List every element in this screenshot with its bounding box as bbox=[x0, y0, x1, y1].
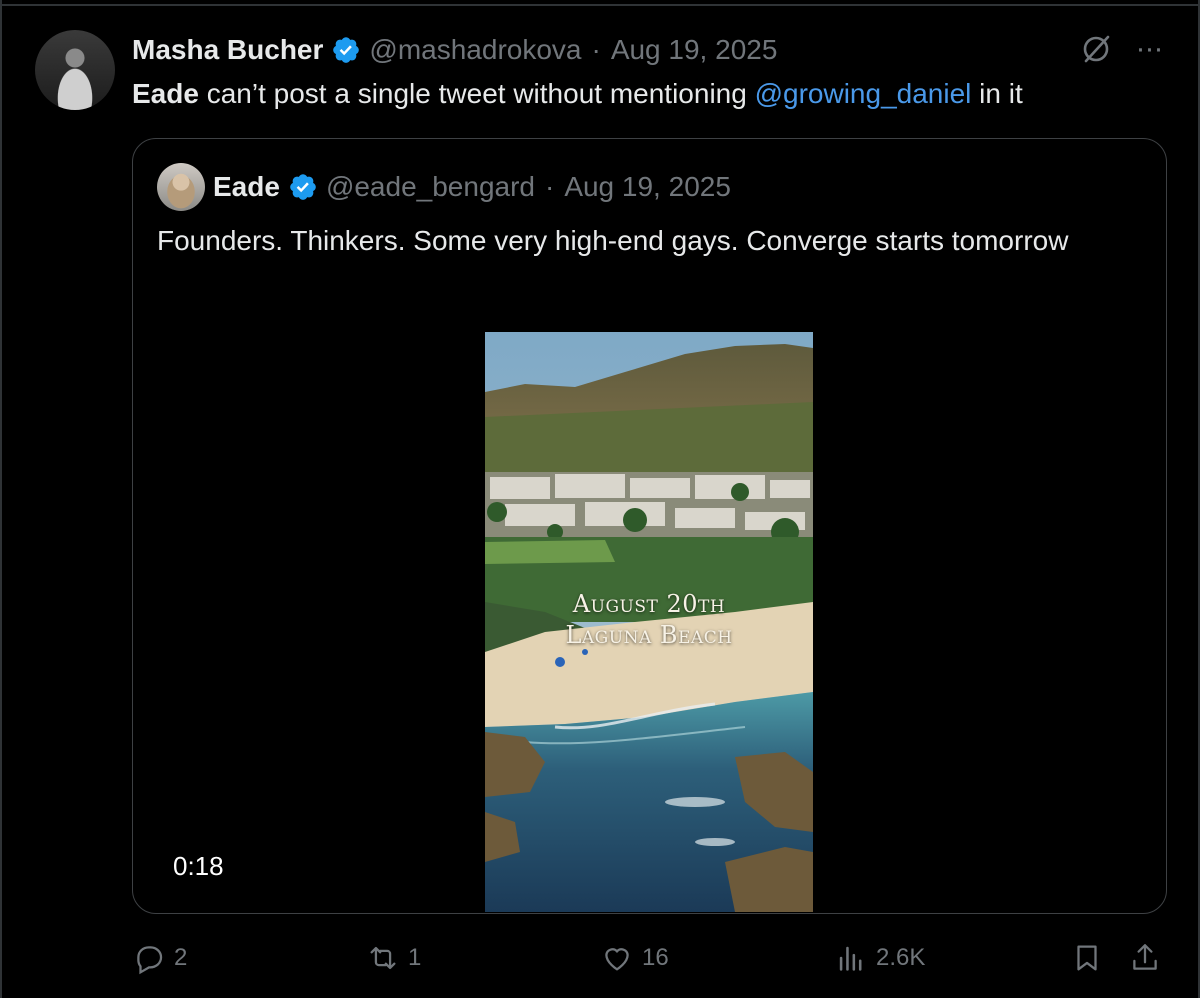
quoted-author-handle[interactable]: @eade_bengard bbox=[326, 171, 535, 203]
bookmark-button[interactable] bbox=[1070, 941, 1112, 975]
like-button[interactable]: 16 bbox=[600, 941, 669, 975]
tweet-text-bold: Eade bbox=[132, 78, 199, 109]
verified-badge-icon bbox=[290, 174, 316, 200]
tweet-text: Eade can’t post a single tweet without m… bbox=[132, 75, 1023, 113]
quoted-tweet-date[interactable]: Aug 19, 2025 bbox=[564, 171, 731, 203]
repost-icon bbox=[370, 946, 396, 970]
share-icon bbox=[1133, 944, 1157, 970]
more-icon[interactable]: ··· bbox=[1132, 32, 1166, 66]
separator-dot: · bbox=[544, 171, 555, 202]
views-button[interactable]: 2.6K bbox=[834, 941, 925, 975]
reply-count: 2 bbox=[174, 944, 188, 971]
tweet-text-middle: can’t post a single tweet without mentio… bbox=[198, 78, 755, 109]
quoted-tweet-header: Eade @eade_bengard · Aug 19, 2025 bbox=[213, 167, 731, 207]
repost-count: 1 bbox=[408, 944, 422, 971]
author-avatar[interactable] bbox=[35, 30, 115, 110]
quoted-tweet-card[interactable]: Eade @eade_bengard · Aug 19, 2025 Founde… bbox=[132, 138, 1167, 914]
tweet-date[interactable]: Aug 19, 2025 bbox=[611, 34, 778, 66]
like-icon bbox=[605, 948, 629, 971]
views-icon bbox=[839, 946, 862, 971]
author-handle[interactable]: @mashadrokova bbox=[369, 34, 581, 66]
tweet-actions-bar: 2 1 16 2.6K bbox=[0, 935, 1200, 985]
author-display-name[interactable]: Masha Bucher bbox=[132, 34, 323, 66]
video-duration: 0:18 bbox=[173, 851, 224, 881]
repost-button[interactable]: 1 bbox=[366, 941, 421, 975]
frame-left-border bbox=[0, 0, 2, 998]
views-count: 2.6K bbox=[876, 944, 926, 971]
tweet-header: Masha Bucher @mashadrokova · Aug 19, 202… bbox=[132, 30, 777, 70]
frame-top-border bbox=[0, 0, 1200, 6]
mention-link[interactable]: @growing_daniel bbox=[755, 78, 972, 109]
quoted-author-display-name[interactable]: Eade bbox=[213, 171, 280, 203]
verified-badge-icon bbox=[333, 37, 360, 63]
quoted-author-avatar[interactable] bbox=[157, 163, 205, 211]
quoted-tweet-text: Founders. Thinkers. Some very high-end g… bbox=[157, 225, 1069, 256]
reply-button[interactable]: 2 bbox=[132, 941, 187, 975]
video-overlay-location: Laguna Beach bbox=[565, 621, 733, 649]
grok-icon[interactable] bbox=[1080, 33, 1112, 65]
share-button[interactable] bbox=[1128, 941, 1170, 975]
separator-dot: · bbox=[591, 34, 601, 65]
reply-icon bbox=[137, 946, 163, 975]
like-count: 16 bbox=[642, 944, 669, 971]
tweet-text-end: in it bbox=[971, 78, 1023, 109]
video-player[interactable]: August 20th Laguna Beach bbox=[485, 332, 813, 912]
video-overlay-date: August 20th bbox=[572, 590, 726, 618]
bookmark-icon bbox=[1077, 945, 1097, 971]
